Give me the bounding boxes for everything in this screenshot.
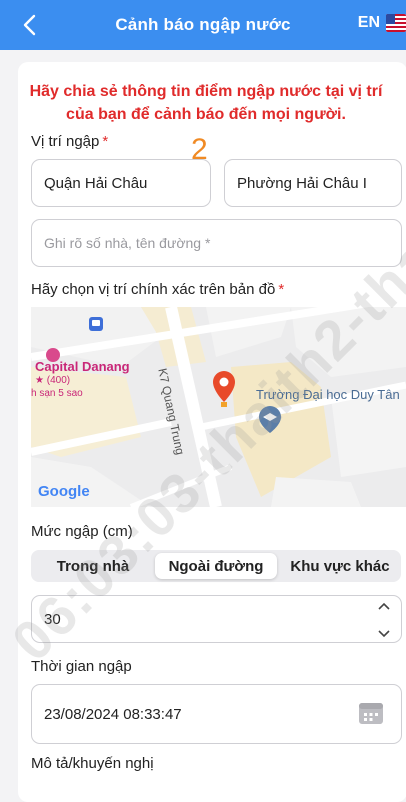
- language-switch[interactable]: EN: [358, 14, 406, 32]
- app-header: Cảnh báo ngập nước EN: [0, 0, 406, 50]
- level-label: Mức ngập (cm): [31, 523, 133, 540]
- tab-trong-nha[interactable]: Trong nhà: [37, 550, 149, 582]
- level-number-input[interactable]: 30: [31, 595, 402, 643]
- page-title: Cảnh báo ngập nước: [115, 15, 291, 34]
- tab-khu-vuc-khac[interactable]: Khu vực khác: [283, 550, 397, 582]
- required-mark: *: [102, 133, 109, 150]
- notice-text: Hãy chia sẻ thông tin điểm ngập nước tại…: [29, 83, 383, 123]
- map-label: Hãy chọn vị trí chính xác trên bản đồ *: [31, 281, 285, 298]
- time-value: 23/08/2024 08:33:47: [44, 705, 182, 723]
- chevron-up-icon[interactable]: [378, 602, 390, 610]
- required-mark: *: [278, 281, 285, 298]
- level-type-segmented-control: Trong nhà Ngoài đường Khu vực khác: [31, 550, 401, 582]
- level-stepper[interactable]: [377, 602, 391, 638]
- address-input[interactable]: Ghi rõ số nhà, tên đường *: [31, 219, 402, 267]
- location-label: Vị trí ngập *: [31, 133, 109, 150]
- time-input[interactable]: 23/08/2024 08:33:47: [31, 684, 402, 744]
- google-logo: Google: [38, 483, 90, 500]
- description-label: Mô tả/khuyến nghị: [31, 755, 154, 772]
- tab-ngoai-duong[interactable]: Ngoài đường: [155, 553, 277, 579]
- map-hotel-type: h sạn 5 sao: [31, 388, 83, 399]
- language-label: EN: [357, 14, 380, 31]
- calendar-icon[interactable]: [357, 699, 385, 727]
- map-canvas: [31, 307, 406, 507]
- map-rating: ★ (400): [35, 375, 71, 386]
- chevron-down-icon[interactable]: [378, 630, 390, 638]
- district-select[interactable]: Quận Hải Châu: [31, 159, 211, 207]
- us-flag-icon: [386, 14, 406, 32]
- ward-value: Phường Hải Châu I: [237, 174, 367, 192]
- address-placeholder: Ghi rõ số nhà, tên đường *: [44, 235, 211, 251]
- level-value: 30: [44, 610, 61, 628]
- district-value: Quận Hải Châu: [44, 174, 148, 192]
- ward-select[interactable]: Phường Hải Châu I: [224, 159, 402, 207]
- time-label: Thời gian ngập: [31, 658, 132, 675]
- location-map[interactable]: Capital Danang ★ (400) h sạn 5 sao K7 Qu…: [31, 307, 406, 507]
- map-place-name: Capital Danang: [35, 359, 130, 374]
- map-university-label: Trường Đại học Duy Tân: [256, 387, 400, 402]
